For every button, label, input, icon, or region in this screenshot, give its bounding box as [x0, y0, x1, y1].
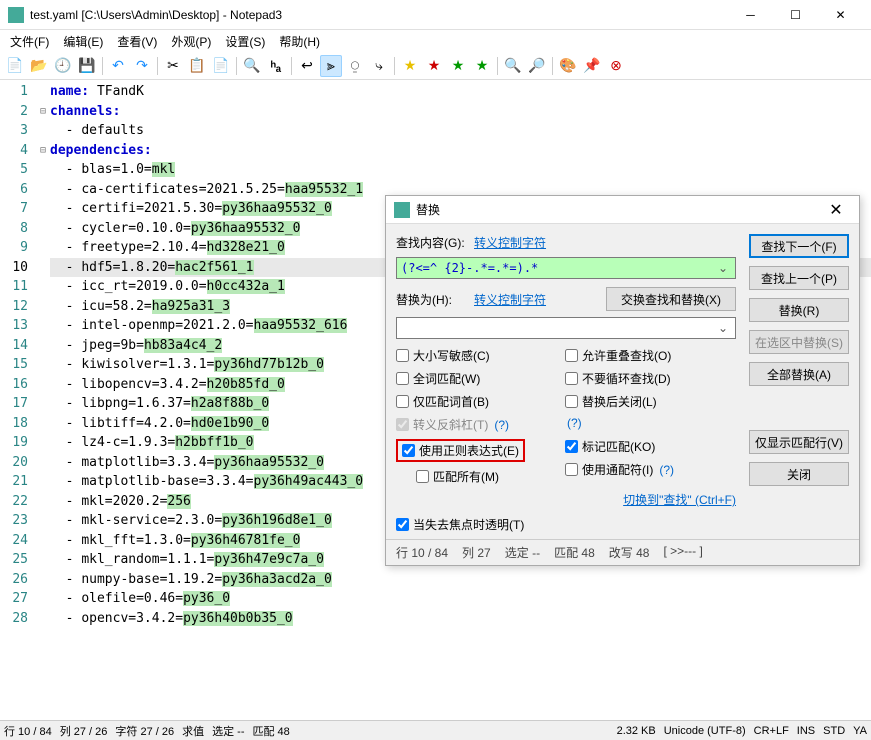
find-label: 查找内容(G): — [396, 234, 466, 251]
dialog-close-button[interactable]: ✕ — [821, 200, 851, 220]
zoomin-icon[interactable]: 🔍 — [502, 55, 524, 77]
replace-button[interactable]: 替换(R) — [749, 298, 849, 322]
bookmark-next-icon[interactable]: ★ — [471, 55, 493, 77]
menubar: 文件(F) 编辑(E) 查看(V) 外观(P) 设置(S) 帮助(H) — [0, 30, 871, 52]
regex-checkbox[interactable]: 使用正则表达式(E) — [402, 442, 519, 459]
guides-icon[interactable]: ⫸ — [320, 55, 342, 77]
switch-find-link[interactable]: 切换到"查找" (Ctrl+F) — [623, 493, 736, 507]
wildcard-checkbox[interactable]: 使用通配符(I)(?) — [565, 461, 674, 478]
help-icon[interactable]: (?) — [659, 463, 674, 477]
indent-icon[interactable]: ⤷ — [368, 55, 390, 77]
maximize-button[interactable]: ☐ — [773, 0, 818, 30]
bookmark-add-icon[interactable]: ★ — [399, 55, 421, 77]
mark-checkbox[interactable]: 标记匹配(KO) — [565, 438, 674, 455]
menu-edit[interactable]: 编辑(E) — [57, 31, 109, 52]
chevron-down-icon[interactable]: ⌄ — [715, 321, 731, 335]
close-button[interactable]: 关闭 — [749, 462, 849, 486]
whitespace-icon[interactable]: ⍜ — [344, 55, 366, 77]
find-prev-button[interactable]: 查找上一个(P) — [749, 266, 849, 290]
toolbar: 📄 📂 🕘 💾 ↶ ↷ ✂ 📋 📄 🔍 ʰₐ ↩ ⫸ ⍜ ⤷ ★ ★ ★ ★ 🔍… — [0, 52, 871, 80]
bookmark-del-icon[interactable]: ★ — [423, 55, 445, 77]
history-icon[interactable]: 🕘 — [52, 55, 74, 77]
replace-input[interactable]: ⌄ — [396, 317, 736, 339]
case-checkbox[interactable]: 大小写敏感(C) — [396, 347, 525, 364]
wordwrap-icon[interactable]: ↩ — [296, 55, 318, 77]
exit-icon[interactable]: ⊗ — [605, 55, 627, 77]
dialog-title: 替换 — [416, 201, 440, 218]
start-checkbox[interactable]: 仅匹配词首(B) — [396, 393, 525, 410]
scheme-icon[interactable]: 🎨 — [557, 55, 579, 77]
menu-file[interactable]: 文件(F) — [4, 31, 55, 52]
redo-icon[interactable]: ↷ — [131, 55, 153, 77]
closeafter-checkbox[interactable]: 替换后关闭(L) — [565, 393, 674, 410]
minimize-button[interactable]: ─ — [728, 0, 773, 30]
regex-highlight: 使用正则表达式(E) — [396, 439, 525, 462]
show-match-button[interactable]: 仅显示匹配行(V) — [749, 430, 849, 454]
dialog-statusbar: 行 10 / 84 列 27 选定 -- 匹配 48 改写 48 [ >>---… — [386, 539, 859, 565]
paste-icon[interactable]: 📄 — [210, 55, 232, 77]
fold-column[interactable]: ⊟⊟ — [36, 80, 50, 720]
help-icon[interactable]: (?) — [567, 416, 582, 430]
line-gutter: 1234567891011121314151617181920212223242… — [0, 80, 36, 720]
titlebar: test.yaml [C:\Users\Admin\Desktop] - Not… — [0, 0, 871, 30]
help-icon[interactable]: (?) — [494, 418, 509, 432]
word-checkbox[interactable]: 全词匹配(W) — [396, 370, 525, 387]
menu-help[interactable]: 帮助(H) — [273, 31, 326, 52]
bookmark-prev-icon[interactable]: ★ — [447, 55, 469, 77]
window-title: test.yaml [C:\Users\Admin\Desktop] - Not… — [30, 8, 728, 22]
swap-button[interactable]: 交换查找和替换(X) — [606, 287, 736, 311]
undo-icon[interactable]: ↶ — [107, 55, 129, 77]
zoomout-icon[interactable]: 🔎 — [526, 55, 548, 77]
replace-sel-button[interactable]: 在选区中替换(S) — [749, 330, 849, 354]
ontop-icon[interactable]: 📌 — [581, 55, 603, 77]
replace-dialog: 替换 ✕ 查找下一个(F) 查找上一个(P) 替换(R) 在选区中替换(S) 全… — [385, 195, 860, 566]
statusbar: 行 10 / 84 列 27 / 26 字符 27 / 26 求值 选定 -- … — [0, 720, 871, 740]
open-icon[interactable]: 📂 — [28, 55, 50, 77]
find-icon[interactable]: 🔍 — [241, 55, 263, 77]
dialog-icon — [394, 202, 410, 218]
overlap-checkbox[interactable]: 允许重叠查找(O) — [565, 347, 674, 364]
escape-link-2[interactable]: 转义控制字符 — [474, 291, 546, 308]
close-button[interactable]: ✕ — [818, 0, 863, 30]
copy-icon[interactable]: 📋 — [186, 55, 208, 77]
menu-settings[interactable]: 设置(S) — [219, 31, 271, 52]
escape-link[interactable]: 转义控制字符 — [474, 234, 546, 251]
find-input[interactable]: (?<=^ {2}-.*=.*=).* ⌄ — [396, 257, 736, 279]
replace-all-button[interactable]: 全部替换(A) — [749, 362, 849, 386]
save-icon[interactable]: 💾 — [76, 55, 98, 77]
menu-appearance[interactable]: 外观(P) — [165, 31, 217, 52]
menu-view[interactable]: 查看(V) — [111, 31, 163, 52]
replace-icon[interactable]: ʰₐ — [265, 55, 287, 77]
dotall-checkbox[interactable]: 匹配所有(M) — [416, 468, 525, 485]
replace-label: 替换为(H): — [396, 291, 466, 308]
wrap-checkbox[interactable]: 不要循环查找(D) — [565, 370, 674, 387]
chevron-down-icon[interactable]: ⌄ — [715, 261, 731, 275]
dialog-titlebar: 替换 ✕ — [386, 196, 859, 224]
find-next-button[interactable]: 查找下一个(F) — [749, 234, 849, 258]
app-icon — [8, 7, 24, 23]
transparent-checkbox[interactable]: 当失去焦点时透明(T) — [396, 516, 736, 533]
cut-icon[interactable]: ✂ — [162, 55, 184, 77]
new-icon[interactable]: 📄 — [4, 55, 26, 77]
escape-checkbox: 转义反斜杠(T)(?) — [396, 416, 525, 433]
